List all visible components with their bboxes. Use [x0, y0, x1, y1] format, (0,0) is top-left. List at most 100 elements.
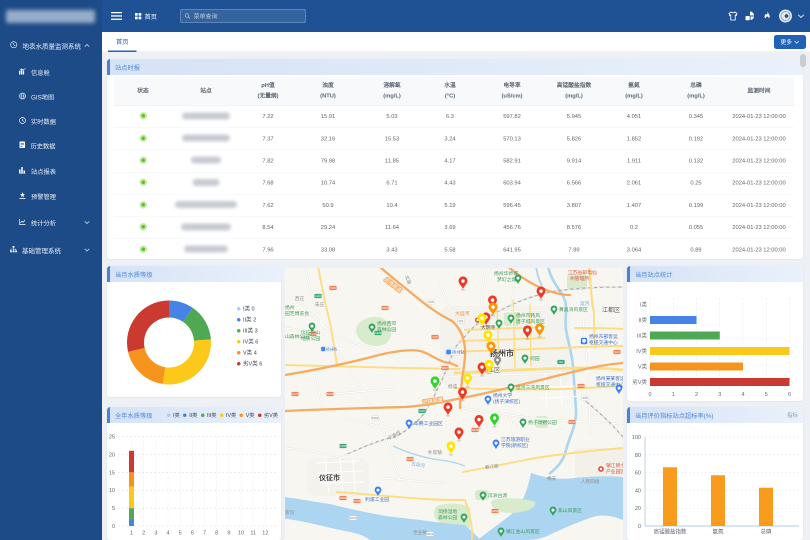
svg-text:产业园区: 产业园区	[606, 468, 623, 475]
svg-text:2: 2	[142, 531, 145, 537]
svg-text:12: 12	[262, 531, 268, 537]
svg-text:江都区: 江都区	[602, 306, 620, 314]
svg-text:5: 5	[765, 392, 768, 398]
svg-text:枢纽交通中心: 枢纽交通中心	[589, 339, 618, 346]
svg-text:S353: S353	[382, 306, 389, 310]
svg-text:仪征市: 仪征市	[318, 473, 340, 482]
svg-text:80: 80	[635, 453, 641, 459]
svg-text:大明寺: 大明寺	[481, 324, 496, 331]
svg-text:G2: G2	[559, 360, 563, 364]
svg-text:X001: X001	[427, 532, 434, 536]
svg-text:扬州市韩风: 扬州市韩风	[516, 312, 540, 319]
svg-text:S125: S125	[292, 392, 299, 396]
svg-text:运河三湾风景区: 运河三湾风景区	[516, 384, 550, 391]
svg-text:扬州东部客运: 扬州东部客运	[589, 333, 618, 340]
svg-text:森林公园: 森林公园	[377, 326, 396, 333]
svg-text:20: 20	[635, 506, 641, 512]
svg-text:100: 100	[632, 435, 641, 441]
svg-text:扬州站: 扬州站	[452, 349, 465, 356]
svg-text:镇江金山风景区: 镇江金山风景区	[506, 528, 540, 535]
svg-text:0: 0	[638, 524, 641, 530]
svg-text:扬州某某客运: 扬州某某客运	[596, 375, 623, 382]
svg-text:总磷: 总磷	[760, 528, 772, 536]
svg-text:大运河: 大运河	[455, 310, 470, 317]
svg-text:高锰酸盐指数: 高锰酸盐指数	[653, 528, 687, 536]
svg-text:S028: S028	[327, 392, 334, 396]
svg-text:3: 3	[154, 531, 157, 537]
svg-text:4: 4	[166, 531, 169, 537]
svg-text:世业镇: 世业镇	[413, 529, 427, 536]
svg-text:西庄: 西庄	[295, 295, 305, 302]
svg-text:扬州华侨城: 扬州华侨城	[494, 270, 518, 277]
svg-text:人民四组: 人民四组	[581, 478, 600, 485]
svg-text:S28: S28	[432, 335, 438, 339]
svg-text:7: 7	[203, 531, 206, 537]
svg-text:运河: 运河	[580, 300, 590, 307]
svg-text:0: 0	[648, 392, 651, 398]
svg-text:60: 60	[635, 471, 641, 477]
svg-text:学院(新校区): 学院(新校区)	[501, 442, 529, 449]
svg-text:X05: X05	[582, 396, 588, 400]
svg-text:2: 2	[695, 392, 698, 398]
svg-text:G40: G40	[419, 409, 425, 413]
svg-text:III类: III类	[637, 332, 648, 340]
svg-text:25: 25	[109, 435, 115, 441]
svg-text:扬州: 扬州	[285, 304, 295, 311]
svg-text:瓜洲古渡: 瓜洲古渡	[488, 492, 507, 499]
svg-text:X302: X302	[372, 416, 379, 420]
svg-text:劣V类: 劣V类	[632, 378, 647, 386]
svg-text:(扬子津校区): (扬子津校区)	[493, 398, 521, 405]
svg-text:梦幻之城: 梦幻之城	[497, 276, 516, 283]
svg-text:扬州西: 扬州西	[326, 346, 337, 351]
svg-text:K202: K202	[578, 384, 585, 388]
svg-text:V类: V类	[638, 363, 648, 371]
svg-text:S24: S24	[614, 350, 620, 354]
svg-text:15: 15	[109, 470, 115, 476]
svg-text:镇江新卡: 镇江新卡	[606, 462, 623, 469]
svg-text:S105: S105	[354, 499, 361, 503]
svg-text:II类: II类	[638, 316, 647, 324]
svg-text:何园: 何园	[530, 355, 540, 362]
svg-text:朱庄: 朱庄	[315, 301, 325, 308]
svg-text:横安: 横安	[547, 475, 557, 482]
svg-text:S49: S49	[330, 286, 336, 290]
svg-text:X06: X06	[428, 300, 434, 304]
svg-text:园艺博览会: 园艺博览会	[285, 310, 309, 317]
svg-text:1: 1	[672, 392, 675, 398]
svg-text:40: 40	[635, 488, 641, 494]
svg-text:焦山风景区: 焦山风景区	[558, 507, 582, 514]
svg-text:X01: X01	[458, 319, 464, 323]
svg-text:5: 5	[112, 506, 115, 512]
svg-text:S356: S356	[340, 496, 347, 500]
svg-text:州管理所: 州管理所	[570, 275, 589, 282]
svg-text:山森林公园: 山森林公园	[285, 333, 309, 340]
svg-text:X001: X001	[350, 516, 357, 520]
svg-text:6: 6	[191, 531, 194, 537]
svg-text:家沟: 家沟	[285, 509, 295, 516]
svg-text:枢纽交通中心: 枢纽交通中心	[596, 381, 623, 388]
svg-text:11: 11	[250, 531, 256, 537]
svg-text:江苏旅游职业: 江苏旅游职业	[501, 436, 530, 443]
svg-text:I类: I类	[640, 301, 648, 309]
svg-text:5: 5	[179, 531, 182, 537]
svg-text:氨氮: 氨氮	[712, 528, 724, 536]
svg-text:扬州大学: 扬州大学	[493, 392, 512, 399]
svg-text:利浦工业园: 利浦工业园	[365, 496, 389, 503]
svg-text:0: 0	[112, 524, 115, 530]
svg-text:10: 10	[109, 488, 115, 494]
svg-text:4: 4	[741, 392, 744, 398]
svg-text:杨庙: 杨庙	[448, 383, 458, 390]
svg-text:G233: G233	[491, 509, 498, 513]
svg-text:3: 3	[718, 392, 721, 398]
svg-text:G345: G345	[339, 444, 346, 448]
svg-text:扬子颂野公园: 扬子颂野公园	[528, 419, 557, 426]
svg-text:10: 10	[238, 531, 244, 537]
svg-text:20: 20	[109, 452, 115, 458]
svg-text:黄奥湾风景区: 黄奥湾风景区	[559, 306, 588, 313]
svg-text:江苏省邮电仙: 江苏省邮电仙	[568, 269, 597, 276]
svg-text:S243: S243	[569, 420, 576, 424]
svg-text:朴席镇: 朴席镇	[428, 449, 442, 456]
svg-text:1: 1	[130, 531, 133, 537]
svg-text:G40: G40	[315, 294, 321, 298]
svg-text:S087: S087	[442, 366, 449, 370]
